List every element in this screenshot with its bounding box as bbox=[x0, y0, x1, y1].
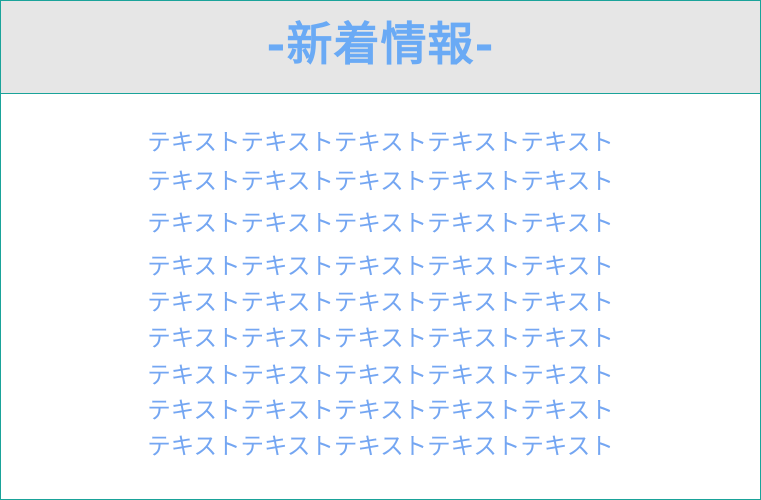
text-line-7: テキストテキストテキストテキストテキスト bbox=[147, 361, 614, 389]
panel-header: -新着情報- bbox=[1, 1, 760, 94]
text-line-8: テキストテキストテキストテキストテキスト bbox=[147, 396, 614, 424]
text-line-3: テキストテキストテキストテキストテキスト bbox=[147, 209, 614, 237]
panel-title: -新着情報- bbox=[266, 17, 495, 71]
text-line-2: テキストテキストテキストテキストテキスト bbox=[147, 167, 614, 195]
text-line-6: テキストテキストテキストテキストテキスト bbox=[147, 324, 614, 352]
panel-body: テキストテキストテキストテキストテキスト テキストテキストテキストテキストテキス… bbox=[1, 94, 760, 499]
news-panel: -新着情報- テキストテキストテキストテキストテキスト テキストテキストテキスト… bbox=[0, 0, 761, 500]
text-line-4: テキストテキストテキストテキストテキスト bbox=[147, 252, 614, 280]
text-line-5: テキストテキストテキストテキストテキスト bbox=[147, 288, 614, 316]
text-line-9: テキストテキストテキストテキストテキスト bbox=[147, 432, 614, 460]
text-line-1: テキストテキストテキストテキストテキスト bbox=[147, 128, 614, 156]
